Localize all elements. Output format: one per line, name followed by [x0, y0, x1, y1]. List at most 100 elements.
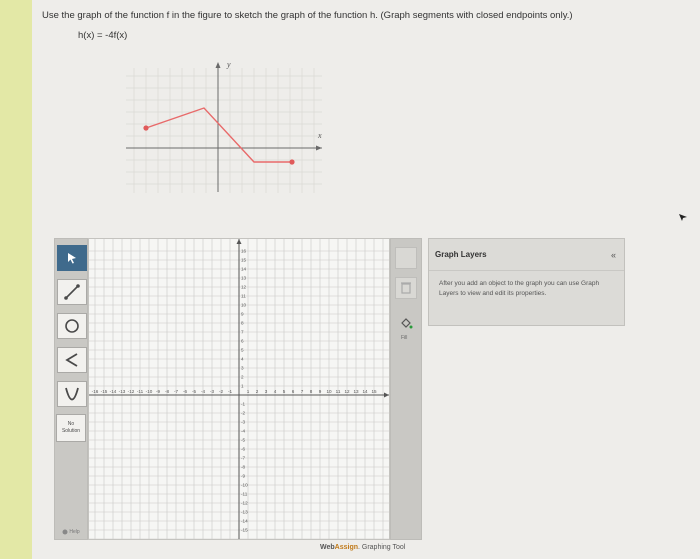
- circle-tool[interactable]: [57, 313, 87, 339]
- right-tool-strip: Fill: [390, 238, 422, 540]
- angle-tool[interactable]: [57, 347, 87, 373]
- graph-y-arrow: [236, 239, 242, 244]
- graph-layers-header: Graph Layers «: [429, 239, 624, 271]
- mouse-cursor-icon: [679, 214, 687, 221]
- no-solution-button[interactable]: No Solution: [56, 414, 86, 442]
- f-endpoint-right: [289, 159, 295, 165]
- left-accent-stripe: [0, 0, 32, 559]
- x-tick-label: 1: [247, 389, 250, 394]
- f-graph-segments: [145, 107, 292, 163]
- circle-icon: [65, 319, 79, 333]
- x-tick-label: 9: [319, 389, 322, 394]
- x-axis-label: x: [317, 131, 322, 140]
- x-tick-label: 2: [256, 389, 259, 394]
- x-tick-label: 11: [336, 389, 341, 394]
- help-button[interactable]: Help: [56, 526, 86, 538]
- fill-button[interactable]: [399, 317, 413, 336]
- y-tick-label: 9: [241, 312, 244, 317]
- brand-suffix: . Graphing Tool: [358, 544, 406, 551]
- graph-grid[interactable]: -16 -15 -14 -13 -12 -11 -10 -9 -8 -7 -6 -5 -4 -3 -2 -1 1…: [89, 239, 389, 540]
- fill-label: Fill: [401, 335, 408, 341]
- y-tick-label: -3: [241, 420, 246, 425]
- x-tick-label: 15: [371, 389, 377, 394]
- delete-button[interactable]: [395, 247, 417, 269]
- x-tick-label: 10: [326, 389, 332, 394]
- x-tick-label: -11: [137, 389, 144, 394]
- x-tick-label: -7: [174, 389, 179, 394]
- y-tick-label: 10: [241, 303, 247, 308]
- y-tick-label: 13: [241, 276, 247, 281]
- y-tick-label: 11: [241, 294, 246, 299]
- angle-icon: [65, 353, 78, 367]
- x-tick-label: -9: [156, 389, 161, 394]
- x-tick-label: -2: [219, 389, 224, 394]
- y-tick-label: 3: [241, 366, 244, 371]
- y-tick-label: -1: [241, 402, 246, 407]
- y-tick-label: -14: [241, 519, 248, 524]
- x-tick-label: 8: [310, 389, 313, 394]
- x-tick-label: -8: [165, 389, 170, 394]
- y-tick-label: 15: [241, 258, 247, 263]
- x-tick-label: 14: [362, 389, 368, 394]
- x-tick-label: -16: [92, 389, 99, 394]
- x-tick-label: 12: [344, 389, 350, 394]
- webassign-branding: WebAssign. Graphing Tool: [320, 544, 405, 551]
- y-tick-label: 8: [241, 321, 244, 326]
- y-tick-label: -11: [241, 492, 248, 497]
- y-axis-label: y: [226, 60, 231, 69]
- x-tick-label: 4: [274, 389, 277, 394]
- graph-layers-title: Graph Layers: [435, 250, 487, 259]
- no-solution-line1: No: [67, 421, 75, 427]
- no-solution-line2: Solution: [61, 428, 81, 434]
- pointer-tool[interactable]: [57, 245, 87, 271]
- y-tick-label: -7: [241, 456, 246, 461]
- parabola-icon: [65, 387, 79, 401]
- y-tick-label: -4: [241, 429, 246, 434]
- y-tick-label: -5: [241, 438, 246, 443]
- brand-assign: Assign: [334, 544, 358, 551]
- y-tick-label: -8: [241, 465, 246, 470]
- help-label: Help: [69, 529, 80, 535]
- x-tick-label: 3: [265, 389, 268, 394]
- collapse-layers-button[interactable]: «: [611, 250, 616, 260]
- help-icon: [62, 529, 68, 535]
- y-tick-label: -2: [241, 411, 246, 416]
- x-tick-label: 5: [283, 389, 286, 394]
- tool-panel: [54, 238, 88, 540]
- parabola-tool[interactable]: [57, 381, 87, 407]
- x-tick-label: 7: [301, 389, 304, 394]
- graph-layers-description: After you add an object to the graph you…: [439, 280, 600, 297]
- y-tick-label: 1: [241, 384, 244, 389]
- x-tick-label: -10: [146, 389, 153, 394]
- x-tick-label: 6: [292, 389, 295, 394]
- y-tick-label: 12: [241, 285, 247, 290]
- y-tick-label: -9: [241, 474, 246, 479]
- y-tick-label: 14: [241, 267, 247, 272]
- trash-icon: [401, 282, 411, 294]
- trash-button[interactable]: [395, 277, 417, 299]
- y-tick-label: -10: [241, 483, 248, 488]
- y-tick-label: 16: [241, 249, 247, 254]
- x-tick-label: -12: [128, 389, 135, 394]
- y-tick-label: 4: [241, 357, 244, 362]
- x-tick-label: -15: [101, 389, 108, 394]
- y-tick-label: -12: [241, 501, 248, 506]
- brand-web: Web: [320, 544, 335, 551]
- x-tick-label: -4: [201, 389, 206, 394]
- x-tick-label: -1: [228, 389, 233, 394]
- y-tick-label: -13: [241, 510, 248, 515]
- line-segment-tool[interactable]: [57, 279, 87, 305]
- question-text: Use the graph of the function f in the f…: [42, 10, 573, 21]
- line-segment-icon: [64, 284, 80, 300]
- y-tick-label: 2: [241, 375, 244, 380]
- x-tick-label: -14: [110, 389, 117, 394]
- f-endpoint-left: [143, 125, 149, 131]
- fill-icon: [401, 318, 413, 329]
- given-graph-f: y x: [126, 60, 322, 193]
- y-tick-label: 6: [241, 339, 244, 344]
- y-tick-label: -6: [241, 447, 246, 452]
- x-tick-label: -13: [119, 389, 126, 394]
- graph-canvas[interactable]: -16 -15 -14 -13 -12 -11 -10 -9 -8 -7 -6 -5 -4 -3 -2 -1 1…: [88, 238, 390, 540]
- y-tick-label: 7: [241, 330, 244, 335]
- x-tick-label: -5: [192, 389, 197, 394]
